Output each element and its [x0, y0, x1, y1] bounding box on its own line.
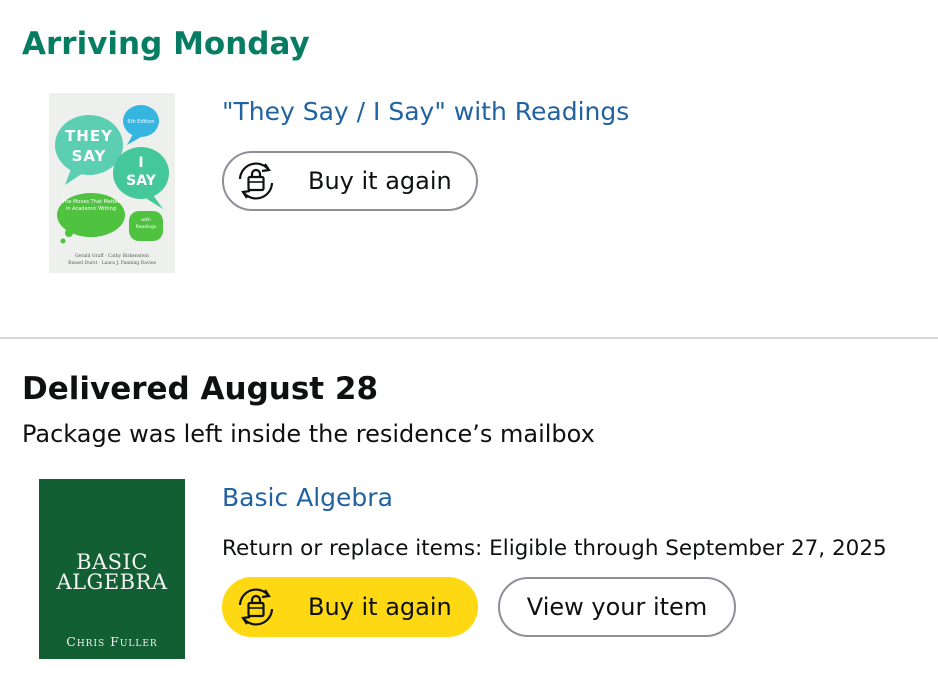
- return-eligibility-note: Return or replace items: Eligible throug…: [222, 536, 887, 561]
- buy-it-again-button[interactable]: Buy it again: [222, 151, 478, 211]
- buy-it-again-button-primary[interactable]: Buy it again: [222, 577, 478, 637]
- item-title-link-basic-algebra[interactable]: Basic Algebra: [222, 483, 393, 512]
- delivery-note: Package was left inside the residence’s …: [22, 420, 595, 448]
- cover-author: Chris Fuller: [66, 634, 158, 649]
- view-your-item-label: View your item: [526, 593, 708, 621]
- buy-it-again-label: Buy it again: [308, 593, 452, 621]
- cover-badge: with Readings: [135, 218, 157, 230]
- cover-title-line-2: ALGEBRA: [56, 570, 168, 594]
- cover-subtitle: The Moves That Matter in Academic Writin…: [62, 199, 120, 212]
- cover-edition: 6th Edition: [127, 119, 154, 125]
- book-cover-basic-algebra[interactable]: BASIC ALGEBRA Chris Fuller: [39, 479, 185, 659]
- cover-authors-1: Gerald Graff · Cathy Birkenstein: [75, 253, 149, 259]
- cover-title-say: SAY: [72, 147, 107, 165]
- cover-authors-2: Russel Durst · Laura J. Panning Davies: [68, 260, 157, 266]
- item-title-link-they-say-i-say[interactable]: "They Say / I Say" with Readings: [222, 97, 629, 126]
- cover-title-i: I: [138, 155, 143, 171]
- buy-again-icon: [230, 155, 282, 207]
- view-your-item-button[interactable]: View your item: [498, 577, 736, 637]
- orders-page: Arriving Monday THEY SAY 6th Edition I S…: [0, 0, 938, 686]
- cover-title-say-2: SAY: [126, 173, 157, 189]
- buy-again-icon: [230, 581, 282, 633]
- book-cover-they-say-i-say[interactable]: THEY SAY 6th Edition I SAY The Moves Tha…: [49, 93, 175, 273]
- shipment-divider: [0, 337, 938, 339]
- cover-title-they: THEY: [65, 127, 113, 145]
- shipment-status-delivered: Delivered August 28: [22, 371, 379, 407]
- shipment-status-arriving: Arriving Monday: [22, 26, 310, 62]
- buy-it-again-label: Buy it again: [308, 167, 452, 195]
